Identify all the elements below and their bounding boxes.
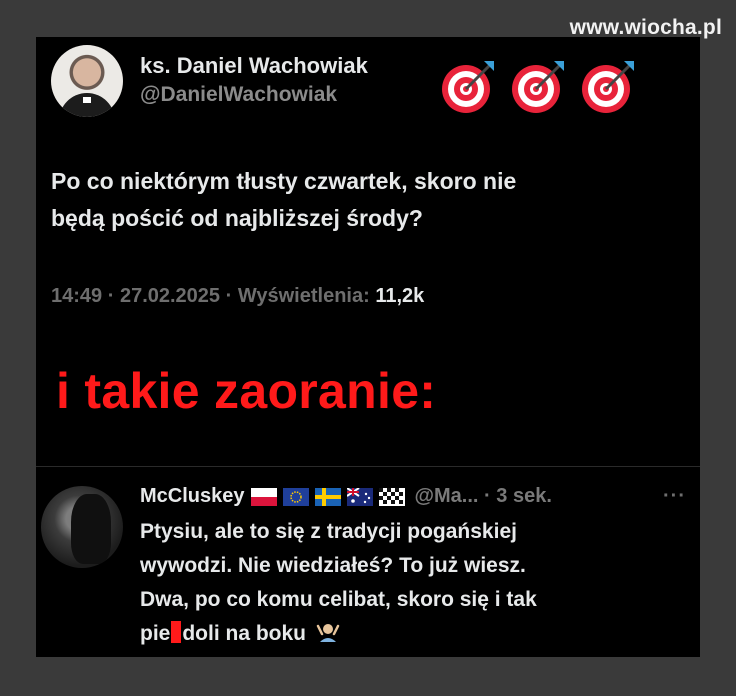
reply-text-fragment: pie (140, 622, 171, 645)
views-label: Wyświetlenia: (237, 285, 370, 307)
reply-text-line: wywodzi. Nie wiedziałeś? To już wiesz. (140, 554, 526, 577)
tweet-text-line: Po co niektórym tłusty czwartek, skoro n… (51, 168, 517, 194)
more-options-icon[interactable]: ··· (663, 485, 686, 508)
reply-header: McCluskey @Ma... · 3 sek. (140, 485, 552, 508)
tweet-text: Po co niektórym tłusty czwartek, skoro n… (51, 163, 681, 237)
reply-text-line: Dwa, po co komu celibat, skoro się i tak (140, 588, 537, 611)
direct-hit-icon (582, 61, 634, 113)
reply-handle[interactable]: @Ma... · 3 sek. (415, 485, 552, 508)
eu-flag-icon (282, 487, 309, 506)
caption-headline: i takie zaoranie: (56, 363, 437, 419)
reply-text: Ptysiu, ale to się z tradycji pogańskiej… (140, 515, 680, 651)
tweet-time[interactable]: 14:49 (51, 285, 102, 307)
views-count: 11,2k (375, 285, 425, 307)
reply-handle-text: @Ma... (414, 485, 479, 507)
poland-flag-icon (250, 487, 277, 506)
tweet-meta: 14:49 · 27.02.2025 · Wyświetlenia: 11,2k (51, 285, 424, 308)
tweet-date[interactable]: 27.02.2025 (120, 285, 220, 307)
shrug-emoji-icon (316, 624, 340, 642)
reply-avatar[interactable] (41, 486, 123, 568)
author-handle[interactable]: @DanielWachowiak (140, 83, 337, 107)
direct-hit-icon (442, 61, 494, 113)
tweet-text-line: będą pościć od najbliższej środy? (51, 205, 423, 231)
reply-text-fragment: doli na boku (182, 622, 307, 645)
reply-text-line: pie doli na boku (140, 617, 680, 651)
censor-bar (171, 621, 182, 643)
reply-text-line: Ptysiu, ale to się z tradycji pogańskiej (140, 520, 517, 543)
meta-separator: · (225, 285, 233, 307)
author-avatar[interactable] (51, 45, 123, 117)
australia-flag-icon (346, 487, 373, 506)
screenshot-card: ks. Daniel Wachowiak @DanielWachowiak Po… (36, 37, 700, 657)
reply-time: 3 sek. (496, 485, 552, 507)
author-name[interactable]: ks. Daniel Wachowiak (140, 53, 368, 79)
reply-author-name[interactable]: McCluskey (140, 485, 245, 508)
direct-hit-icon (512, 61, 564, 113)
meta-separator: · (107, 285, 115, 307)
sweden-flag-icon (314, 487, 341, 506)
checkered-flag-icon (378, 487, 405, 506)
divider (36, 466, 700, 467)
meta-separator: · (484, 485, 491, 507)
